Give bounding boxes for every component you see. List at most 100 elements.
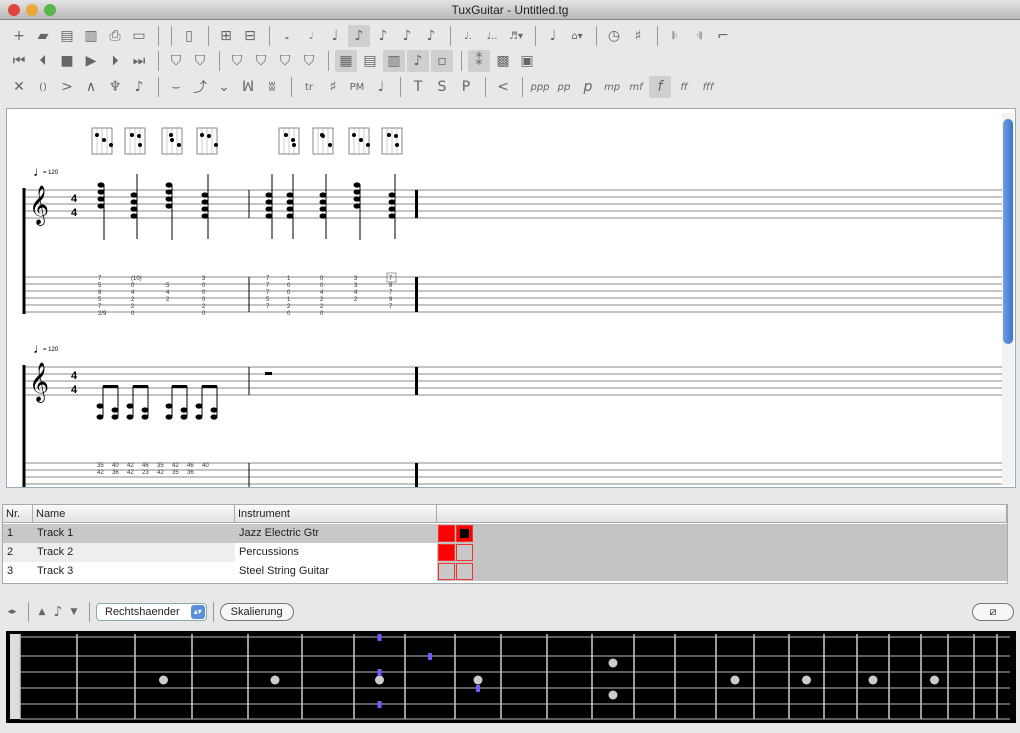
fretboard-icon[interactable]: ⁑	[468, 50, 490, 72]
chord-icon[interactable]: ⌂▾	[566, 25, 588, 47]
scrollbar-thumb[interactable]	[1003, 119, 1013, 344]
mute-toggle[interactable]	[456, 544, 473, 561]
prev-next-arrows-icon[interactable]: ◂▸	[4, 601, 20, 623]
slap-icon[interactable]: ꟽ	[237, 76, 259, 98]
thirtysecond-note-icon[interactable]: ♪	[396, 25, 418, 47]
time-signature-icon[interactable]: ♯	[627, 25, 649, 47]
marker-icon[interactable]: ⛉	[274, 50, 296, 72]
fff-icon[interactable]: fff	[697, 76, 719, 98]
up-arrow-icon[interactable]: ▲	[35, 601, 49, 623]
minimize-button[interactable]	[26, 4, 38, 16]
vibrato-icon[interactable]: ʬ	[261, 76, 283, 98]
header-instrument[interactable]: Instrument	[235, 505, 437, 523]
harmonic-icon[interactable]: ♆	[104, 76, 126, 98]
grace-note-icon[interactable]: ♪	[128, 76, 150, 98]
next-measure-icon[interactable]: ⏵	[104, 50, 126, 72]
multitrack-icon[interactable]: ▥	[383, 50, 405, 72]
tapping-icon[interactable]: T	[407, 76, 429, 98]
close-button[interactable]	[8, 4, 20, 16]
mp-icon[interactable]: mp	[601, 76, 623, 98]
page-icon[interactable]: ▯	[178, 25, 200, 47]
tremolo-picking-icon[interactable]: ♯	[322, 76, 344, 98]
mixer-icon[interactable]: ▩	[492, 50, 514, 72]
settings-toggle-button[interactable]: ⧄	[972, 603, 1014, 621]
play-icon[interactable]: ▶	[80, 50, 102, 72]
track-row[interactable]: 1 Track 1 Jazz Electric Gtr	[3, 524, 1007, 543]
tied-note-icon[interactable]: ♩	[542, 25, 564, 47]
mf-icon[interactable]: mf	[625, 76, 647, 98]
scale-button[interactable]: Skalierung	[219, 603, 294, 621]
solo-toggle[interactable]	[438, 525, 455, 542]
stop-icon[interactable]: ■	[56, 50, 78, 72]
last-measure-icon[interactable]: ⏭	[128, 50, 150, 72]
marker-icon[interactable]: ⛉	[298, 50, 320, 72]
marker-icon[interactable]: ⛉	[250, 50, 272, 72]
alternative-ending-icon[interactable]: ⌐	[712, 25, 734, 47]
print-icon[interactable]: ⎙	[104, 25, 126, 47]
save-icon[interactable]: ▤	[56, 25, 78, 47]
remove-measure-icon[interactable]: ⊟	[239, 25, 261, 47]
double-dotted-icon[interactable]: ♩..	[481, 25, 503, 47]
marker-icon[interactable]: ⛉	[165, 50, 187, 72]
half-note-icon[interactable]: 𝅗𝅥	[300, 25, 322, 47]
tremolo-bar-icon[interactable]: ⌄	[213, 76, 235, 98]
palm-mute-icon[interactable]: PM	[346, 76, 368, 98]
f-icon[interactable]: f	[649, 76, 671, 98]
accent-icon[interactable]: >	[56, 76, 78, 98]
slide-icon[interactable]: ⌣	[165, 76, 187, 98]
mute-toggle[interactable]	[456, 525, 473, 542]
handedness-select[interactable]: Rechtshaender ▴▾	[96, 603, 207, 621]
zoom-button[interactable]	[44, 4, 56, 16]
staccato-icon[interactable]: ♩	[370, 76, 392, 98]
track-row[interactable]: 3 Track 3 Steel String Guitar	[3, 562, 1007, 581]
solo-toggle[interactable]	[438, 563, 455, 580]
sixteenth-note-icon[interactable]: ♪	[372, 25, 394, 47]
note-view-icon[interactable]: ♪	[407, 50, 429, 72]
new-icon[interactable]: +	[8, 25, 30, 47]
ghost-note-icon[interactable]: ()	[32, 76, 54, 98]
slapping-icon[interactable]: S	[431, 76, 453, 98]
trill-icon[interactable]: tr	[298, 76, 320, 98]
sixtyfourth-note-icon[interactable]: ♪	[420, 25, 442, 47]
header-name[interactable]: Name	[33, 505, 235, 523]
dotted-note-icon[interactable]: ♩.	[457, 25, 479, 47]
heavy-accent-icon[interactable]: ∧	[80, 76, 102, 98]
fade-in-icon[interactable]: <	[492, 76, 514, 98]
transport-icon[interactable]: ▣	[516, 50, 538, 72]
repeat-close-icon[interactable]: 𝄇	[688, 25, 710, 47]
solo-toggle[interactable]	[438, 544, 455, 561]
fretboard[interactable]	[6, 631, 1016, 723]
marker-icon[interactable]: ⛉	[226, 50, 248, 72]
pp-icon[interactable]: pp	[553, 76, 575, 98]
save-as-icon[interactable]: ▥	[80, 25, 102, 47]
quarter-note-icon[interactable]: ♩	[324, 25, 346, 47]
eighth-note-icon[interactable]: ♪	[348, 25, 370, 47]
tuplet-icon[interactable]: ♬▾	[505, 25, 527, 47]
print-preview-icon[interactable]: ▭	[128, 25, 150, 47]
marker-icon[interactable]: ⛉	[189, 50, 211, 72]
popping-icon[interactable]: P	[455, 76, 477, 98]
whole-note-icon[interactable]: 𝅝	[276, 25, 298, 47]
track-row[interactable]: 2 Track 2 Percussions	[3, 543, 1007, 562]
ppp-icon[interactable]: ppp	[529, 76, 551, 98]
insert-measure-icon[interactable]: ⊞	[215, 25, 237, 47]
score-vertical-scrollbar[interactable]	[1002, 113, 1014, 485]
open-icon[interactable]: ▰	[32, 25, 54, 47]
previous-measure-icon[interactable]: ⏴	[32, 50, 54, 72]
p-icon[interactable]: p	[577, 76, 599, 98]
score-canvas[interactable]: 𝄞♩= 12044𝄞♩= 12044758572/9(10)0422054230…	[7, 109, 1002, 500]
down-arrow-icon[interactable]: ▼	[67, 601, 81, 623]
bend-icon[interactable]: ⤴	[189, 76, 211, 98]
compact-view-icon[interactable]: ▫	[431, 50, 453, 72]
score-view-icon[interactable]: ▦	[335, 50, 357, 72]
header-nr[interactable]: Nr.	[3, 505, 33, 523]
tab-view-icon[interactable]: ▤	[359, 50, 381, 72]
score-editor[interactable]: 𝄞 ♩ = 120 4 4 𝄞 ♩ = 120 4 4 7 5 8 5 7 2/9 (10) 0 4 2 2 0 5 4 2 3 0…	[6, 108, 1016, 500]
fretboard-canvas[interactable]	[6, 631, 1016, 723]
tempo-icon[interactable]: ◷	[603, 25, 625, 47]
first-measure-icon[interactable]: ⏮	[8, 50, 30, 72]
ff-icon[interactable]: ff	[673, 76, 695, 98]
repeat-open-icon[interactable]: 𝄆	[664, 25, 686, 47]
dead-note-icon[interactable]: ✕	[8, 76, 30, 98]
mute-toggle[interactable]	[456, 563, 473, 580]
